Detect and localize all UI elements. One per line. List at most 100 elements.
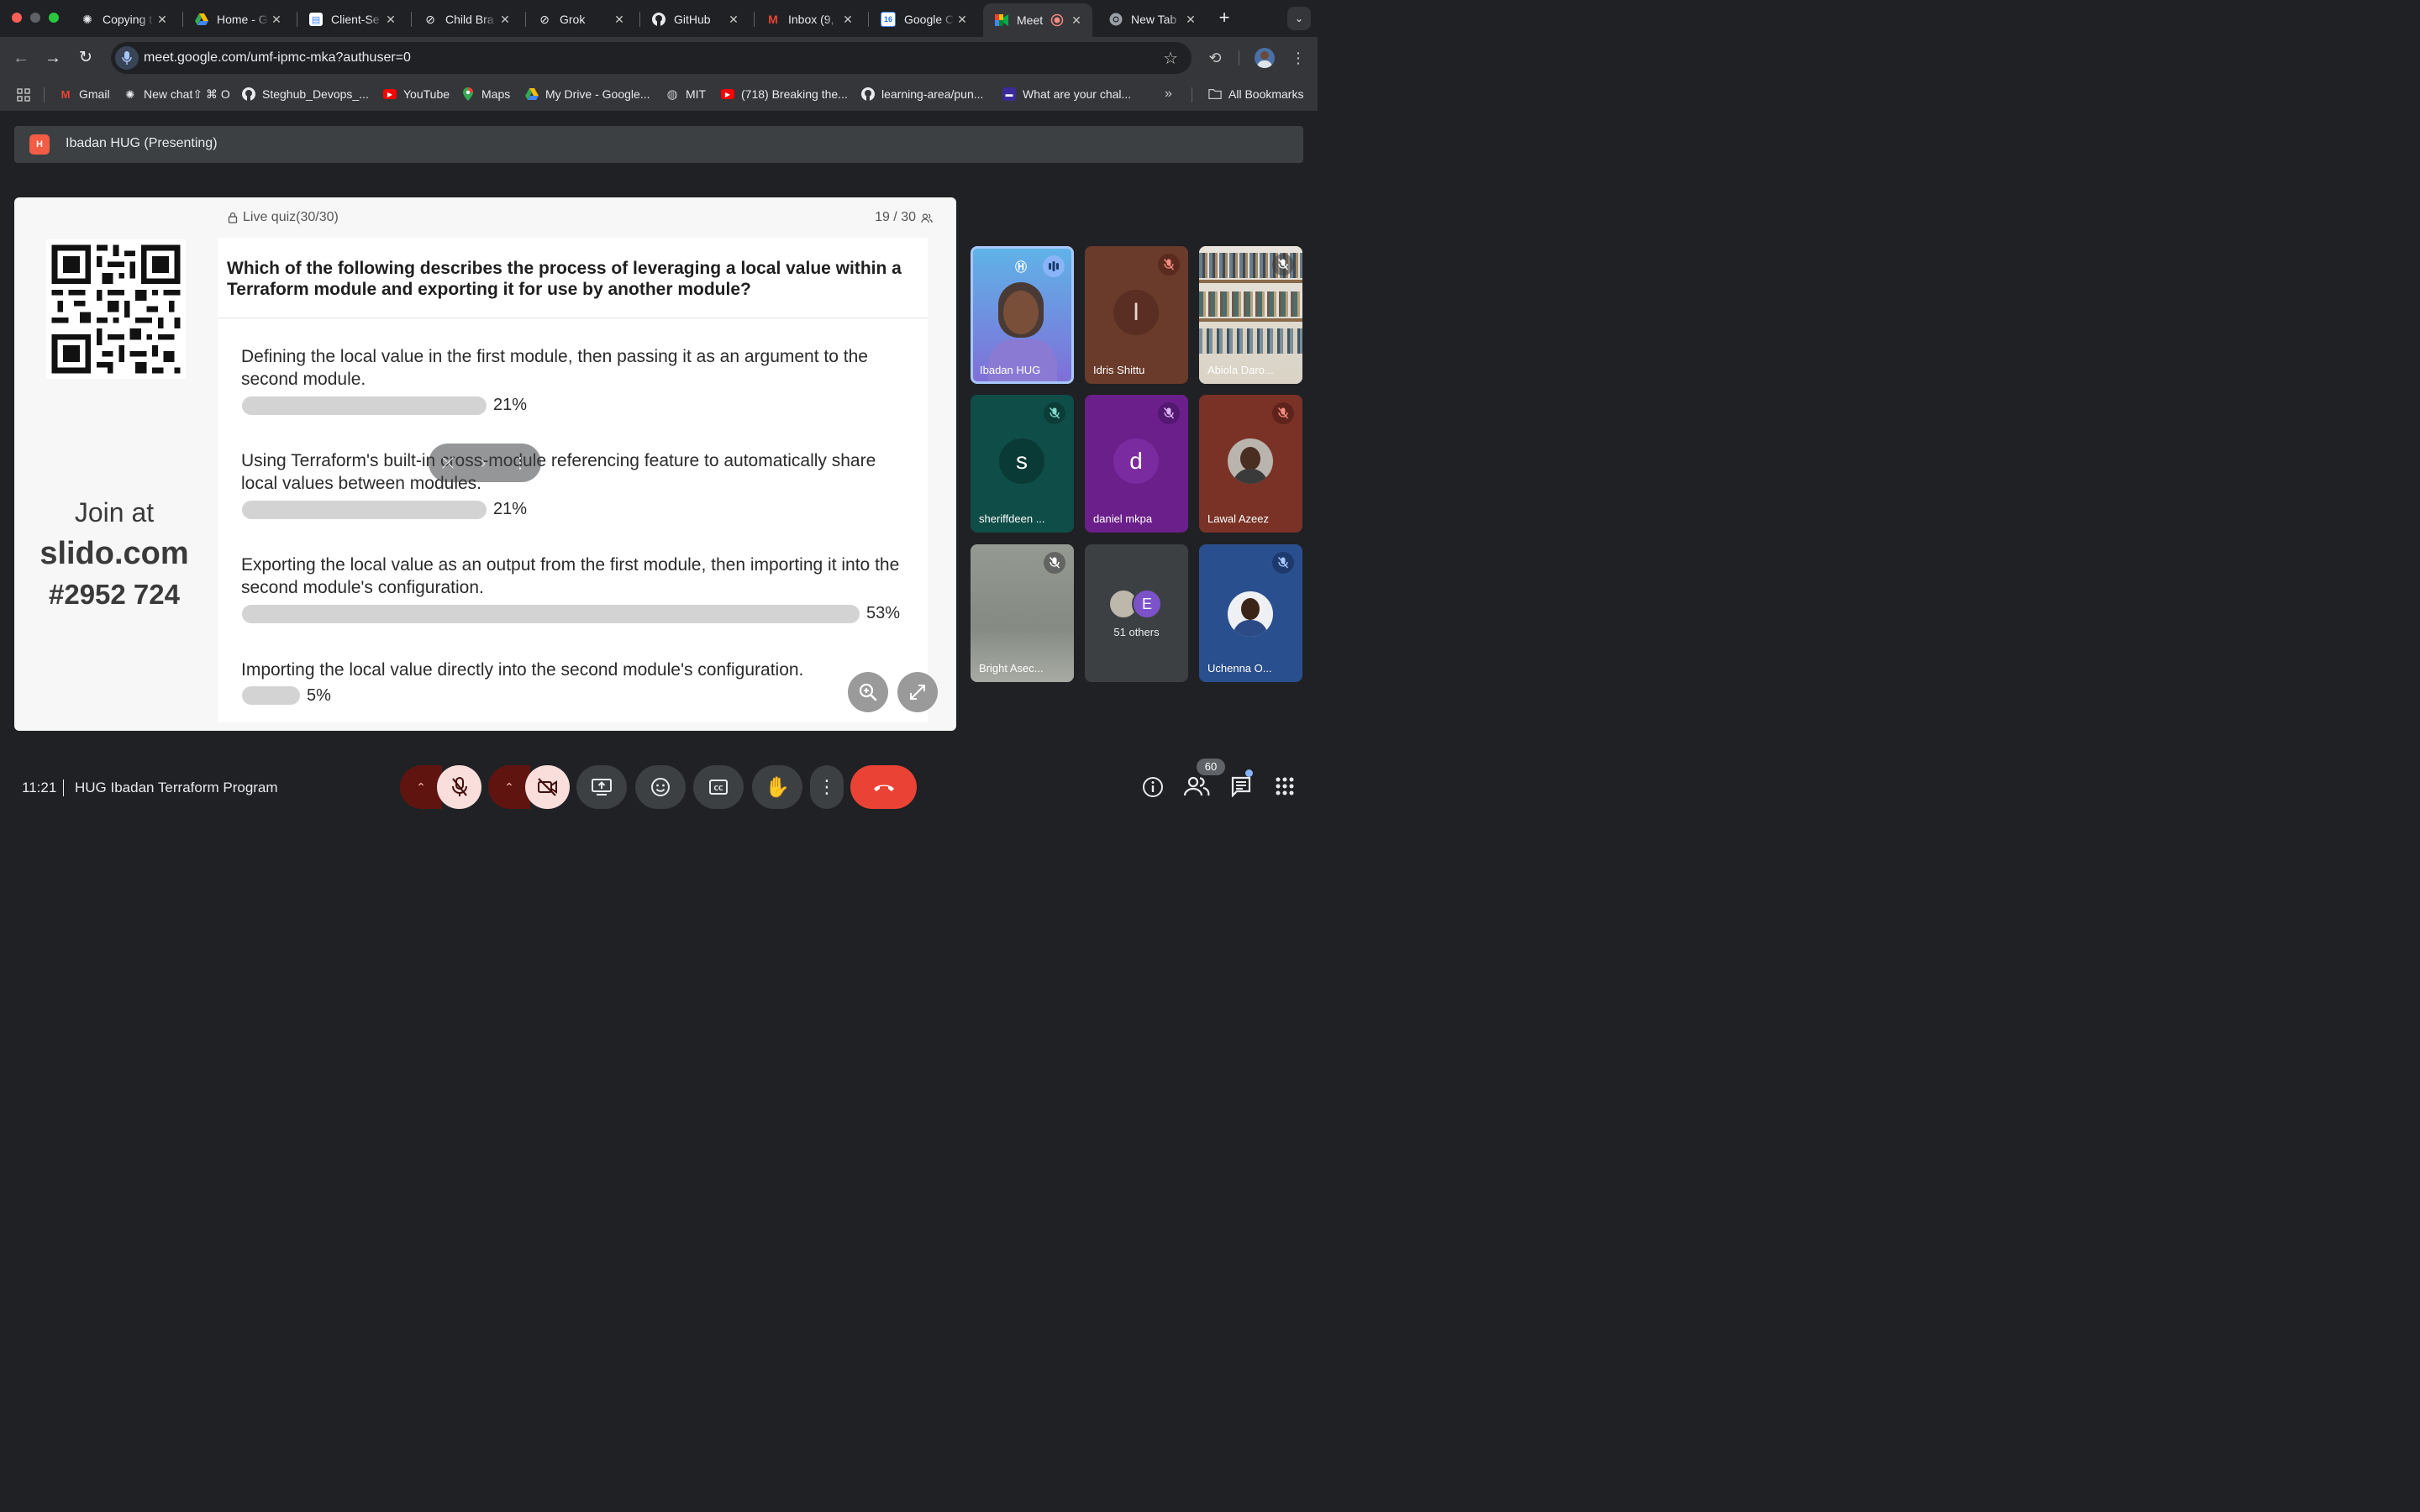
- tab-home-drive[interactable]: Home - G ✕: [183, 5, 292, 34]
- camera-toggle-button[interactable]: [525, 765, 570, 809]
- bookmark-breaking-the[interactable]: ▶ (718) Breaking the...: [721, 87, 848, 101]
- close-tab-icon[interactable]: ✕: [955, 13, 970, 27]
- participant-tile-lawal-azeez[interactable]: Lawal Azeez: [1199, 395, 1302, 533]
- participant-tile-sheriffdeen[interactable]: s sheriffdeen ...: [971, 395, 1074, 533]
- participant-tile-idris-shittu[interactable]: I Idris Shittu: [1085, 246, 1188, 384]
- answer-percent: 5%: [307, 686, 331, 705]
- video-options-button[interactable]: ⌃: [488, 765, 530, 809]
- leave-call-button[interactable]: [850, 765, 917, 809]
- muted-mic-icon: [1044, 552, 1065, 574]
- audio-options-button[interactable]: ⌃: [400, 765, 442, 809]
- meeting-name: HUG Ibadan Terraform Program: [75, 780, 278, 795]
- participant-tile-bright[interactable]: Bright Asec...: [971, 544, 1074, 682]
- browser-menu-icon[interactable]: ⋮: [1291, 48, 1306, 68]
- minimize-window-button[interactable]: [30, 13, 40, 23]
- close-tab-icon[interactable]: ✕: [269, 13, 284, 27]
- tab-inbox[interactable]: M Inbox (9, ✕: [755, 5, 864, 34]
- bookmark-star-icon[interactable]: ☆: [1163, 48, 1178, 69]
- openai-icon: ✺: [125, 87, 135, 101]
- meeting-control-bar: 11:21 HUG Ibadan Terraform Program ⌃ ⌃ C…: [0, 752, 1318, 823]
- history-icon[interactable]: ⟲: [1205, 48, 1225, 68]
- tab-copying[interactable]: ✺ Copying t ✕: [69, 5, 178, 34]
- close-tab-icon[interactable]: ✕: [383, 13, 398, 27]
- participant-tile-ibadan-hug[interactable]: Ⓗ Ibadan HUG: [971, 246, 1074, 384]
- muted-mic-icon: [1044, 402, 1065, 424]
- participant-tile-abiola[interactable]: Abiola Daro...: [1199, 246, 1302, 384]
- github-icon: [242, 87, 255, 101]
- voice-search-mic-icon[interactable]: [115, 46, 139, 70]
- tab-github[interactable]: GitHub ✕: [640, 5, 750, 34]
- raise-hand-button[interactable]: ✋: [752, 765, 802, 809]
- next-arrow-icon[interactable]: ›: [481, 454, 486, 472]
- close-tab-icon[interactable]: ✕: [1069, 13, 1084, 28]
- expand-icon: [910, 685, 925, 700]
- back-button[interactable]: ←: [10, 47, 32, 69]
- present-screen-button[interactable]: [576, 765, 627, 809]
- chat-button[interactable]: [1230, 769, 1254, 799]
- participant-avatar: d: [1113, 438, 1159, 484]
- bookmark-youtube[interactable]: ▶ YouTube: [383, 87, 450, 101]
- meeting-details-button[interactable]: [1141, 775, 1165, 799]
- present-screen-icon: [592, 779, 612, 795]
- maximize-window-button[interactable]: [49, 13, 59, 23]
- microphone-toggle-button[interactable]: [437, 765, 481, 809]
- tab-grok[interactable]: ⊘ Grok ✕: [526, 5, 635, 34]
- participant-tile-daniel-mkpa[interactable]: d daniel mkpa: [1085, 395, 1188, 533]
- maps-pin-icon: [461, 87, 475, 101]
- tab-label: GitHub: [674, 13, 711, 26]
- bookmark-what-are-your-chal[interactable]: ▬ What are your chal...: [1002, 87, 1131, 101]
- more-bookmarks-chevron-icon[interactable]: »: [1165, 87, 1172, 102]
- captions-button[interactable]: CC: [693, 765, 744, 809]
- presentation-controls-overlay[interactable]: ⤫ › ⋮: [429, 444, 541, 482]
- event-code: #2952 724: [49, 579, 180, 610]
- bookmark-label: Steghub_Devops_...: [262, 87, 369, 101]
- forward-button[interactable]: →: [42, 47, 64, 69]
- apps-grid-icon[interactable]: [17, 88, 30, 102]
- all-bookmarks-folder[interactable]: All Bookmarks: [1208, 87, 1303, 101]
- more-options-icon[interactable]: ⋮: [513, 454, 528, 472]
- bookmark-learning-area[interactable]: learning-area/pun...: [861, 87, 983, 101]
- others-count-label: 51 others: [1113, 626, 1160, 638]
- drive-icon: [525, 87, 539, 101]
- chrome-icon: [1109, 13, 1123, 26]
- answer-percent: 53%: [866, 604, 901, 622]
- bookmark-steghub[interactable]: Steghub_Devops_...: [242, 87, 369, 101]
- tab-search-button[interactable]: ⌄: [1287, 7, 1311, 30]
- close-tab-icon[interactable]: ✕: [840, 13, 855, 27]
- close-tab-icon[interactable]: ✕: [726, 13, 741, 27]
- close-tab-icon[interactable]: ✕: [612, 13, 627, 27]
- bookmark-gmail[interactable]: M Gmail: [59, 87, 110, 101]
- tab-meet[interactable]: Meet ✕: [983, 3, 1092, 37]
- participant-name: Lawal Azeez: [1207, 512, 1269, 525]
- bookmark-my-drive[interactable]: My Drive - Google...: [525, 87, 650, 101]
- people-button[interactable]: 60: [1183, 759, 1225, 799]
- tab-new-tab[interactable]: New Tab ✕: [1097, 5, 1207, 34]
- new-tab-button[interactable]: +: [1215, 8, 1234, 27]
- zoom-in-button[interactable]: [848, 672, 888, 712]
- muted-mic-icon: [1158, 254, 1180, 276]
- participant-tile-uchenna[interactable]: Uchenna O...: [1199, 544, 1302, 682]
- meet-icon: [995, 13, 1008, 27]
- more-options-button[interactable]: ⋮: [810, 765, 844, 809]
- reload-button[interactable]: ↻: [75, 47, 97, 69]
- fullscreen-button[interactable]: [897, 672, 938, 712]
- tab-client-se[interactable]: ▤ Client-Se ✕: [297, 5, 407, 34]
- activities-button[interactable]: [1276, 777, 1294, 795]
- close-window-button[interactable]: [12, 13, 22, 23]
- profile-avatar[interactable]: [1255, 48, 1275, 68]
- tab-google-calendar[interactable]: 16 Google C ✕: [869, 5, 978, 34]
- tab-child-bra[interactable]: ⊘ Child Bra ✕: [412, 5, 521, 34]
- unpin-icon[interactable]: ⤫: [442, 454, 454, 472]
- close-tab-icon[interactable]: ✕: [155, 13, 170, 27]
- bookmark-maps[interactable]: Maps: [461, 87, 510, 101]
- bookmark-mit[interactable]: ◍ MIT: [666, 87, 706, 102]
- close-tab-icon[interactable]: ✕: [1183, 13, 1198, 27]
- address-bar[interactable]: meet.google.com/umf-ipmc-mka?authuser=0 …: [111, 42, 1192, 74]
- bookmark-new-chat[interactable]: ✺ New chat⇧ ⌘ O: [124, 87, 230, 102]
- answer-option-text: Using Terraform's built-in cross-module …: [241, 451, 876, 493]
- close-tab-icon[interactable]: ✕: [497, 13, 513, 27]
- participant-tile-others[interactable]: E 51 others: [1085, 544, 1188, 682]
- openai-icon: ✺: [82, 12, 92, 26]
- muted-mic-icon: [1272, 254, 1294, 276]
- reactions-button[interactable]: [635, 765, 686, 809]
